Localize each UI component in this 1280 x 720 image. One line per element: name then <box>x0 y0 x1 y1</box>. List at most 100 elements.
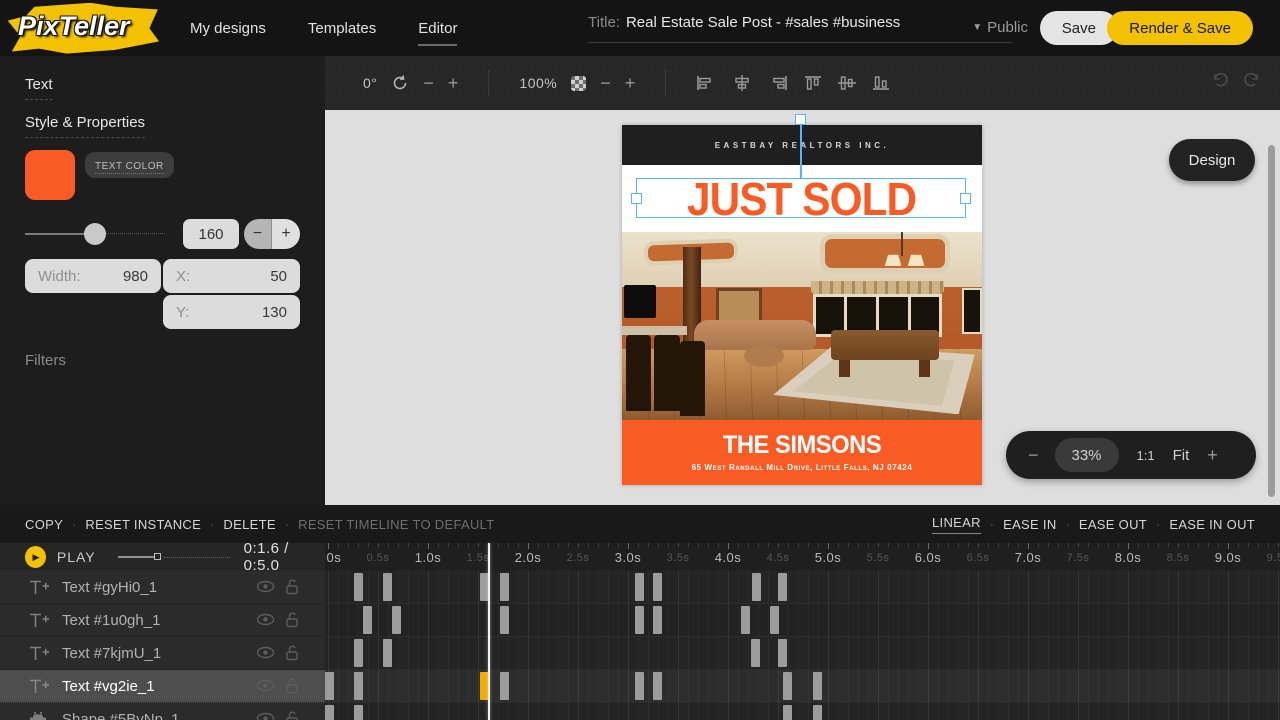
slider-knob[interactable] <box>84 223 106 245</box>
pixteller-logo[interactable]: PixTeller <box>8 3 160 53</box>
layer-track[interactable] <box>325 571 1280 604</box>
listing-photo[interactable] <box>622 232 982 420</box>
zoom-minus-button[interactable]: − <box>600 74 611 92</box>
visibility-dropdown[interactable]: ▼ Public <box>972 19 1028 36</box>
keyframe-bar[interactable] <box>354 672 363 700</box>
timeline-layer-row[interactable]: Text #7kjmU_1 <box>0 637 1280 670</box>
section-style-properties[interactable]: Style & Properties <box>25 114 146 138</box>
keyframe-bar[interactable] <box>500 573 509 601</box>
zoom-fit-button[interactable]: Fit <box>1173 447 1190 464</box>
progress-knob[interactable] <box>153 553 161 560</box>
layer-label[interactable]: Text #vg2ie_1 <box>0 670 325 703</box>
nav-editor[interactable]: Editor <box>418 20 458 46</box>
keyframe-bar[interactable] <box>778 573 787 601</box>
keyframe-bar[interactable] <box>354 705 363 720</box>
width-field[interactable]: Width: 980 <box>25 259 161 293</box>
unlock-icon[interactable] <box>284 611 300 633</box>
reset-timeline-action[interactable]: RESET TIMELINE TO DEFAULT <box>298 517 494 532</box>
easing-linear[interactable]: LINEAR <box>932 515 981 534</box>
save-button[interactable]: Save <box>1039 11 1118 45</box>
nav-templates[interactable]: Templates <box>308 20 376 37</box>
selection-handle-right[interactable] <box>960 193 971 204</box>
canvas-scrollbar[interactable] <box>1268 145 1275 497</box>
align-center-horizontal-icon[interactable] <box>732 75 752 91</box>
timeline-playhead[interactable] <box>488 543 490 720</box>
undo-icon[interactable] <box>1210 70 1230 90</box>
visibility-eye-icon[interactable] <box>256 711 275 720</box>
visibility-eye-icon[interactable] <box>256 579 275 599</box>
redo-icon[interactable] <box>1242 70 1262 90</box>
keyframe-bar[interactable] <box>635 573 644 601</box>
nav-my-designs[interactable]: My designs <box>190 20 266 37</box>
y-field[interactable]: Y: 130 <box>163 295 300 329</box>
zoom-out-button[interactable]: − <box>1028 445 1039 466</box>
keyframe-bar[interactable] <box>635 606 644 634</box>
unlock-icon[interactable] <box>284 710 300 720</box>
visibility-eye-icon[interactable] <box>256 612 275 632</box>
design-footer-band[interactable]: THE SIMSONS 65 West Randall Mill Drive, … <box>622 420 982 485</box>
keyframe-bar[interactable] <box>635 672 644 700</box>
design-header-band[interactable]: EASTBAY REALTORS INC. <box>622 125 982 165</box>
design-brand-text[interactable]: EASTBAY REALTORS INC. <box>715 141 890 150</box>
keyframe-bar[interactable] <box>354 573 363 601</box>
align-middle-vertical-icon[interactable] <box>838 75 857 91</box>
x-field[interactable]: X: 50 <box>163 259 300 293</box>
keyframe-bar[interactable] <box>383 639 392 667</box>
rotate-icon[interactable] <box>391 74 409 92</box>
layer-name[interactable]: Text #1u0gh_1 <box>62 612 160 629</box>
timeline-layer-row[interactable]: Shape #5BvNp_1 <box>0 703 1280 720</box>
timeline-layer-row[interactable]: Text #vg2ie_1 <box>0 670 1280 703</box>
easing-ease-in-out[interactable]: EASE IN OUT <box>1169 517 1255 532</box>
zoom-in-button[interactable]: + <box>1207 445 1218 466</box>
layer-label[interactable]: Shape #5BvNp_1 <box>0 703 325 720</box>
align-right-icon[interactable] <box>768 75 788 91</box>
timeline-layer-row[interactable]: Text #gyHi0_1 <box>0 571 1280 604</box>
render-save-button[interactable]: Render & Save <box>1107 11 1253 45</box>
keyframe-bar[interactable] <box>653 672 662 700</box>
keyframe-bar[interactable] <box>778 639 787 667</box>
keyframe-bar[interactable] <box>383 573 392 601</box>
play-label[interactable]: PLAY <box>57 549 96 565</box>
font-size-slider[interactable] <box>25 223 165 245</box>
copy-action[interactable]: COPY <box>25 517 63 532</box>
keyframe-bar[interactable] <box>751 639 760 667</box>
canvas-zoom-value[interactable]: 100% <box>519 75 557 91</box>
selection-box[interactable] <box>631 178 971 218</box>
design-title-field[interactable]: Title: Real Estate Sale Post - #sales #b… <box>588 14 1012 43</box>
design-address-text[interactable]: 65 West Randall Mill Drive, Little Falls… <box>622 463 982 472</box>
width-value[interactable]: 980 <box>123 268 148 285</box>
delete-action[interactable]: DELETE <box>223 517 275 532</box>
unlock-icon[interactable] <box>284 578 300 600</box>
layer-track[interactable] <box>325 670 1280 703</box>
play-button[interactable]: ▶ <box>25 546 46 568</box>
layer-name[interactable]: Text #gyHi0_1 <box>62 579 157 596</box>
visibility-eye-icon[interactable] <box>256 678 275 698</box>
zoom-one-to-one-button[interactable]: 1:1 <box>1137 448 1155 463</box>
keyframe-bar[interactable] <box>741 606 750 634</box>
keyframe-bar[interactable] <box>752 573 761 601</box>
timeline-layer-row[interactable]: Text #1u0gh_1 <box>0 604 1280 637</box>
keyframe-bar[interactable] <box>325 705 334 720</box>
x-value[interactable]: 50 <box>270 268 287 285</box>
selection-handle-left[interactable] <box>631 193 642 204</box>
keyframe-bar[interactable] <box>783 672 792 700</box>
selection-rotation-handle[interactable] <box>795 114 806 125</box>
align-left-icon[interactable] <box>696 75 716 91</box>
rotation-value[interactable]: 0° <box>363 75 377 91</box>
layer-label[interactable]: Text #7kjmU_1 <box>0 637 325 670</box>
text-color-swatch[interactable] <box>25 150 75 200</box>
title-value[interactable]: Real Estate Sale Post - #sales #business <box>626 14 900 31</box>
design-mode-button[interactable]: Design <box>1169 139 1255 181</box>
easing-ease-in[interactable]: EASE IN <box>1003 517 1056 532</box>
keyframe-bar[interactable] <box>813 672 822 700</box>
rotate-plus-button[interactable]: + <box>448 74 459 92</box>
visibility-eye-icon[interactable] <box>256 645 275 665</box>
unlock-icon[interactable] <box>284 644 300 666</box>
keyframe-bar[interactable] <box>813 705 822 720</box>
layer-track[interactable] <box>325 604 1280 637</box>
increase-button[interactable]: + <box>272 219 300 249</box>
canvas-area[interactable]: EASTBAY REALTORS INC. JUST SOLD THE SIMS… <box>325 110 1280 505</box>
keyframe-bar[interactable] <box>325 672 334 700</box>
unlock-icon[interactable] <box>284 677 300 699</box>
keyframe-bar[interactable] <box>653 573 662 601</box>
